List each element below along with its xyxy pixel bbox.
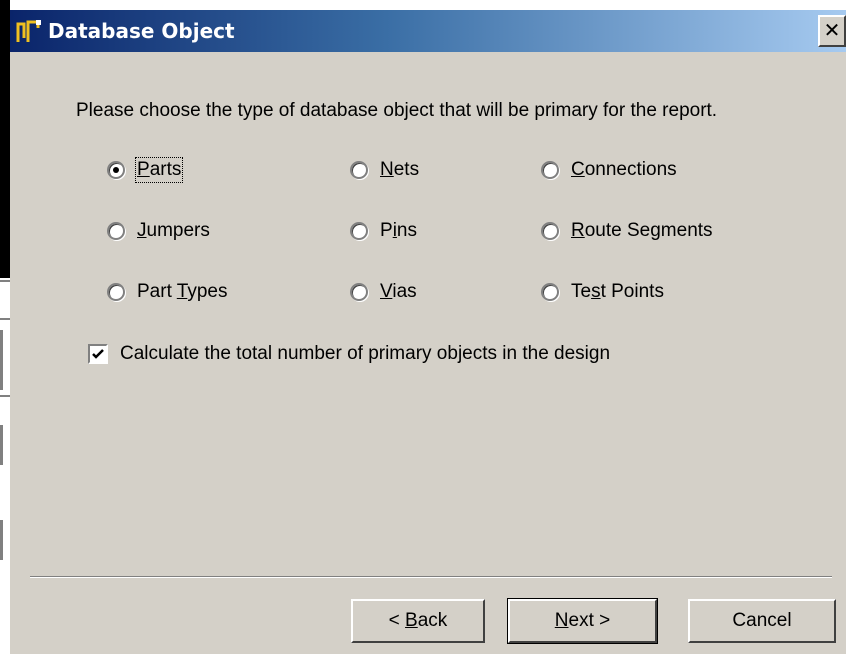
cancel-button[interactable]: Cancel xyxy=(688,599,836,643)
background-window-edge xyxy=(0,0,10,654)
radio-pins-label: Pins xyxy=(380,220,417,241)
radio-vias-label: Vias xyxy=(380,281,417,302)
radio-part-types[interactable]: Part Types xyxy=(107,279,227,305)
checkmark-icon xyxy=(92,349,104,359)
close-icon: ✕ xyxy=(823,18,841,42)
radio-connections[interactable]: Connections xyxy=(541,157,677,183)
calculate-total-checkbox[interactable] xyxy=(88,344,108,364)
radio-nets-label: Nets xyxy=(380,159,420,180)
radio-route-segments-label: Route Segments xyxy=(571,220,713,241)
back-button-label: < Back xyxy=(388,610,448,631)
title-bar[interactable]: Database Object ✕ xyxy=(10,10,846,52)
next-button-label: Next > xyxy=(554,610,611,631)
radio-route-segments-indicator[interactable] xyxy=(541,222,559,240)
radio-connections-label: Connections xyxy=(571,159,677,180)
database-object-dialog: Database Object ✕ Please choose the type… xyxy=(10,10,846,654)
instruction-text: Please choose the type of database objec… xyxy=(76,100,718,121)
radio-jumpers[interactable]: Jumpers xyxy=(107,218,210,244)
radio-connections-indicator[interactable] xyxy=(541,161,559,179)
radio-pins-indicator[interactable] xyxy=(350,222,368,240)
radio-test-points[interactable]: Test Points xyxy=(541,279,664,305)
radio-parts-indicator[interactable] xyxy=(107,161,125,179)
radio-route-segments[interactable]: Route Segments xyxy=(541,218,713,244)
radio-vias-indicator[interactable] xyxy=(350,283,368,301)
cancel-button-label: Cancel xyxy=(732,610,792,631)
close-button[interactable]: ✕ xyxy=(818,15,846,47)
dialog-title: Database Object xyxy=(48,19,235,43)
radio-test-points-label: Test Points xyxy=(571,281,664,302)
calculate-total-option[interactable]: Calculate the total number of primary ob… xyxy=(88,341,610,367)
back-button[interactable]: < Back xyxy=(351,599,485,643)
radio-nets-indicator[interactable] xyxy=(350,161,368,179)
radio-parts[interactable]: Parts xyxy=(107,157,184,183)
next-button[interactable]: Next > xyxy=(507,598,658,644)
radio-pins[interactable]: Pins xyxy=(350,218,417,244)
radio-part-types-label: Part Types xyxy=(137,281,228,302)
radio-jumpers-indicator[interactable] xyxy=(107,222,125,240)
radio-test-points-indicator[interactable] xyxy=(541,283,559,301)
radio-parts-label: Parts xyxy=(134,157,184,183)
button-separator xyxy=(30,576,832,578)
radio-part-types-indicator[interactable] xyxy=(107,283,125,301)
radio-nets[interactable]: Nets xyxy=(350,157,419,183)
calculate-total-label: Calculate the total number of primary ob… xyxy=(120,343,611,364)
radio-vias[interactable]: Vias xyxy=(350,279,417,305)
radio-jumpers-label: Jumpers xyxy=(137,220,210,241)
app-icon xyxy=(16,20,41,42)
